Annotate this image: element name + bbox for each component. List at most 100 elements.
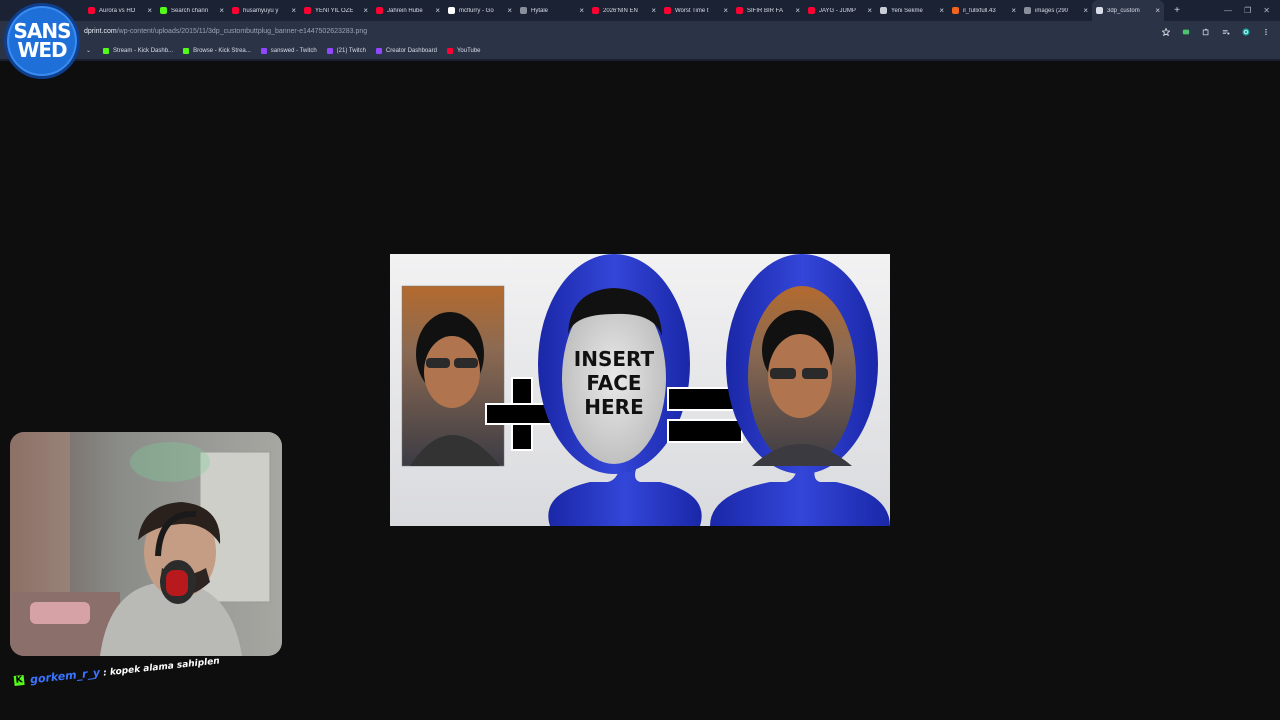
youtube-icon bbox=[304, 7, 311, 14]
extension-green-icon[interactable] bbox=[1182, 28, 1190, 36]
portrait-photo bbox=[401, 285, 505, 467]
tab-7[interactable]: 2026'NIN EN × bbox=[588, 0, 660, 21]
tab-strip: Aurora vs HO × Search chann × husamyuyu y × YE… bbox=[0, 0, 1280, 21]
bookmark-label: Browse - Kick Strea... bbox=[193, 47, 251, 54]
tab-10[interactable]: JAYG - JUMP × bbox=[804, 0, 876, 21]
menu-kebab-icon[interactable] bbox=[1262, 28, 1270, 36]
youtube-icon bbox=[808, 7, 815, 14]
tab-close-icon[interactable]: × bbox=[1155, 6, 1160, 15]
toolbar-actions bbox=[1162, 27, 1280, 36]
tab-13[interactable]: images (290 × bbox=[1020, 0, 1092, 21]
tab-title: Aurora vs HO bbox=[99, 7, 136, 14]
tab-close-icon[interactable]: × bbox=[579, 6, 584, 15]
bookmark-3[interactable]: (21) Twitch bbox=[326, 47, 366, 54]
channel-logo: SANS WED bbox=[4, 3, 80, 79]
webcam-image bbox=[10, 432, 282, 656]
profile-avatar-icon[interactable] bbox=[1242, 27, 1250, 36]
tab-5[interactable]: mcflurry - Go × bbox=[444, 0, 516, 21]
bookmarks-overflow-icon[interactable]: ⌄ bbox=[86, 47, 91, 54]
google-icon bbox=[448, 7, 455, 14]
tab-close-icon[interactable]: × bbox=[1011, 6, 1016, 15]
tab-close-icon[interactable]: × bbox=[219, 6, 224, 15]
page-icon bbox=[520, 7, 527, 14]
tab-title: Search chann bbox=[171, 7, 209, 14]
tab-8[interactable]: Worst Time t × bbox=[660, 0, 732, 21]
chrome-icon bbox=[880, 7, 887, 14]
page-icon bbox=[1096, 7, 1103, 14]
tab-6[interactable]: Hytale × bbox=[516, 0, 588, 21]
youtube-icon bbox=[664, 7, 671, 14]
tab-2[interactable]: husamyuyu y × bbox=[228, 0, 300, 21]
bookmark-label: sanswed - Twitch bbox=[270, 47, 317, 54]
bookmark-favicon-icon bbox=[103, 47, 110, 54]
image-icon bbox=[1024, 7, 1031, 14]
tab-title: husamyuyu y bbox=[243, 7, 279, 14]
tab-title: images (290 bbox=[1035, 7, 1069, 14]
tab-close-icon[interactable]: × bbox=[867, 6, 872, 15]
bookmark-4[interactable]: Creator Dashboard bbox=[375, 47, 437, 54]
tab-close-icon[interactable]: × bbox=[795, 6, 800, 15]
bookmark-favicon-icon bbox=[375, 47, 382, 54]
url-path: /wp-content/uploads/2015/11/3dp_custombu… bbox=[116, 28, 368, 35]
bookmark-favicon-icon bbox=[446, 47, 453, 54]
tab-close-icon[interactable]: × bbox=[147, 6, 152, 15]
chat-text: kopek alama sahiplen bbox=[109, 656, 221, 678]
youtube-icon bbox=[376, 7, 383, 14]
tab-close-icon[interactable]: × bbox=[1083, 6, 1088, 15]
tab-title: 3dp_custom bbox=[1107, 7, 1140, 14]
logo-line2: WED bbox=[17, 38, 67, 62]
tab-12[interactable]: il_fullxfull.43 × bbox=[948, 0, 1020, 21]
tab-title: Jahrein Hube bbox=[387, 7, 423, 14]
address-bar[interactable]: dprint.com/wp-content/uploads/2015/11/3d… bbox=[84, 28, 367, 35]
chat-username: gorkem_r_y bbox=[29, 666, 101, 687]
bookmark-5[interactable]: YouTube bbox=[446, 47, 481, 54]
minimize-icon[interactable]: — bbox=[1224, 6, 1232, 15]
tab-close-icon[interactable]: × bbox=[435, 6, 440, 15]
media-controls-icon[interactable] bbox=[1222, 28, 1230, 36]
tab-title: mcflurry - Go bbox=[459, 7, 494, 14]
bookmark-label: YouTube bbox=[456, 47, 481, 54]
tab-title: il_fullxfull.43 bbox=[963, 7, 996, 14]
tab-title: 2026'NIN EN bbox=[603, 7, 638, 14]
tab-14[interactable]: 3dp_custom × bbox=[1092, 0, 1164, 21]
bookmark-favicon-icon bbox=[326, 47, 333, 54]
bookmark-0[interactable]: Stream - Kick Dashb... bbox=[103, 47, 173, 54]
tab-4[interactable]: Jahrein Hube × bbox=[372, 0, 444, 21]
insert-text: INSERT bbox=[574, 347, 655, 371]
tab-title: JAYG - JUMP bbox=[819, 7, 856, 14]
tab-close-icon[interactable]: × bbox=[291, 6, 296, 15]
bookmark-favicon-icon bbox=[183, 47, 190, 54]
tab-close-icon[interactable]: × bbox=[507, 6, 512, 15]
maximize-icon[interactable]: ❐ bbox=[1244, 6, 1251, 15]
youtube-icon bbox=[592, 7, 599, 14]
extensions-puzzle-icon[interactable] bbox=[1202, 28, 1210, 36]
webcam-feed bbox=[10, 432, 282, 656]
toolbar: dprint.com/wp-content/uploads/2015/11/3d… bbox=[0, 21, 1280, 42]
tab-close-icon[interactable]: × bbox=[939, 6, 944, 15]
tab-title: Worst Time t bbox=[675, 7, 709, 14]
tab-0[interactable]: Aurora vs HO × bbox=[84, 0, 156, 21]
bookmark-1[interactable]: Browse - Kick Strea... bbox=[183, 47, 251, 54]
here-text: HERE bbox=[584, 395, 643, 419]
bookmarks-bar: ⌄ Stream - Kick Dashb... Browse - Kick St… bbox=[0, 42, 1280, 59]
tab-title: SIFIR BİR FA bbox=[747, 7, 784, 14]
etsy-icon bbox=[952, 7, 959, 14]
tab-9[interactable]: SIFIR BİR FA × bbox=[732, 0, 804, 21]
tab-close-icon[interactable]: × bbox=[363, 6, 368, 15]
tab-title: YENİ YIL ÖZE bbox=[315, 7, 354, 14]
banner-image: INSERT FACE HERE bbox=[390, 254, 890, 526]
window-controls: — ❐ ✕ bbox=[1224, 6, 1280, 15]
new-tab-icon[interactable]: + bbox=[1170, 5, 1184, 16]
tab-close-icon[interactable]: × bbox=[651, 6, 656, 15]
chrome-divider bbox=[0, 59, 1280, 61]
tab-1[interactable]: Search chann × bbox=[156, 0, 228, 21]
kick-icon: K bbox=[13, 674, 25, 686]
tab-3[interactable]: YENİ YIL ÖZE × bbox=[300, 0, 372, 21]
bookmark-star-icon[interactable] bbox=[1162, 27, 1170, 36]
face-text: FACE bbox=[586, 371, 641, 395]
bookmark-2[interactable]: sanswed - Twitch bbox=[260, 47, 317, 54]
tab-close-icon[interactable]: × bbox=[723, 6, 728, 15]
youtube-icon bbox=[232, 7, 239, 14]
tab-11[interactable]: Yeni Sekme × bbox=[876, 0, 948, 21]
close-window-icon[interactable]: ✕ bbox=[1263, 6, 1270, 15]
